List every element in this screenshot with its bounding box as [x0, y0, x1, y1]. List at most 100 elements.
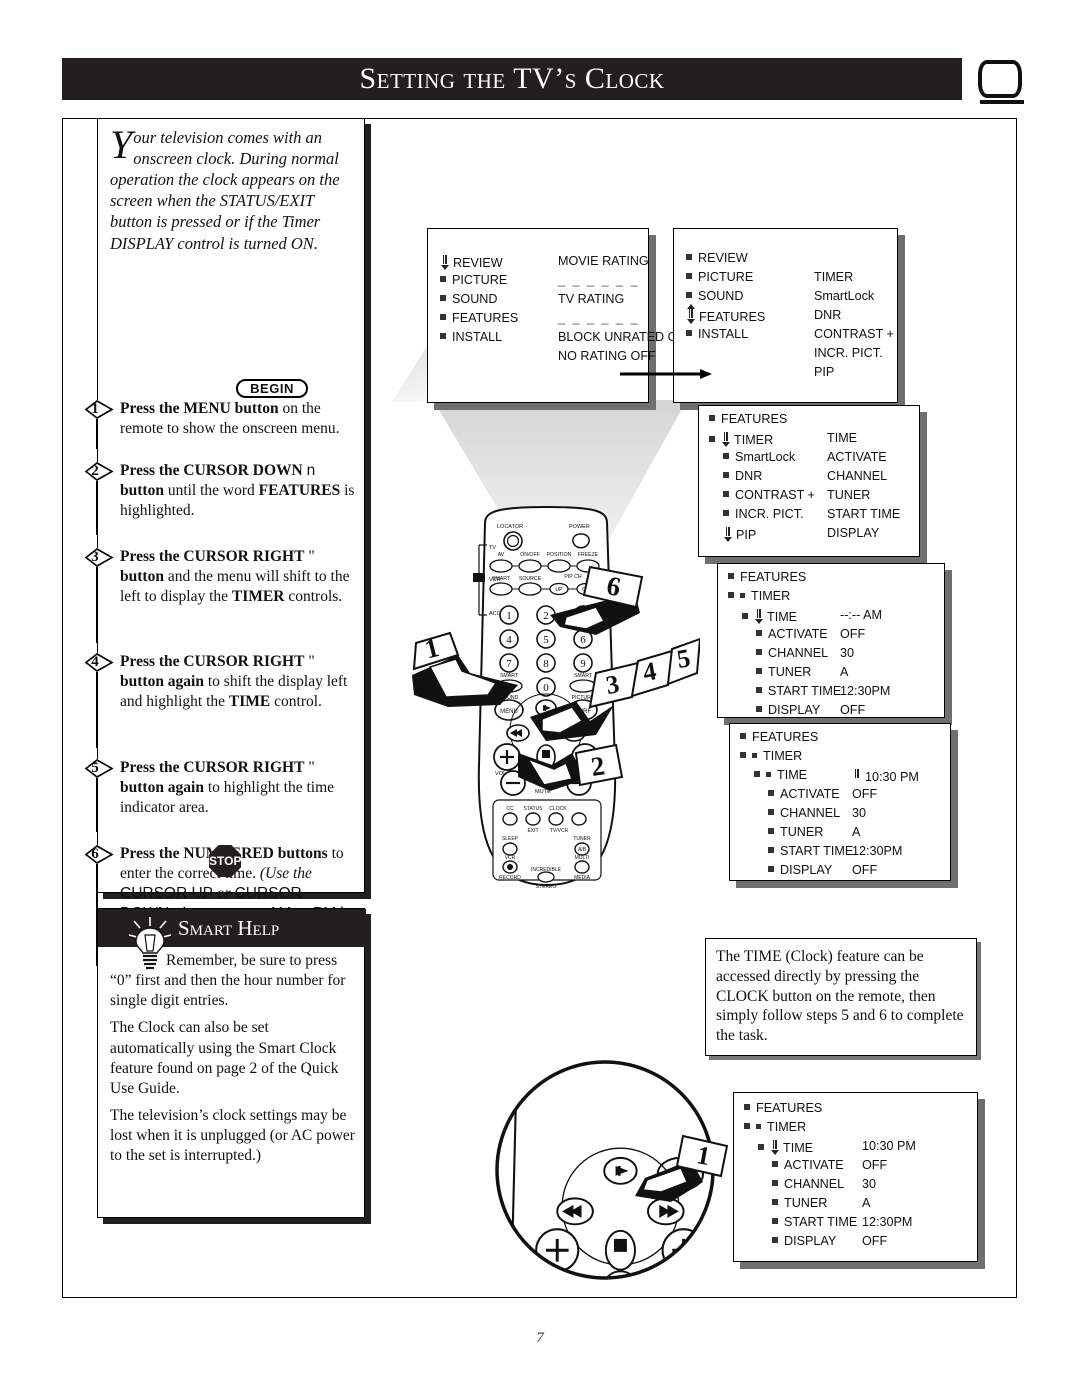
osd-label-text: TIME — [783, 1141, 814, 1155]
osd-panel-time-entered: FEATURES TIMER TIME 10:30 PM ACTIVATE OFF CHAN… — [729, 723, 951, 881]
osd-row-label: START TIME — [768, 844, 853, 858]
osd-label-text: TIMER — [751, 589, 791, 603]
step-number-badge: 1 — [82, 400, 114, 419]
bullet-icon — [440, 333, 446, 339]
button-label-sleep: SLEEP — [502, 836, 519, 842]
instruction-steps-panel: Your television comes with an onscreen c… — [82, 118, 366, 966]
step-text: Press the CURSOR RIGHT " button again to… — [120, 759, 335, 816]
osd-row-value: INCR. PICT. — [814, 346, 883, 360]
osd-row-value: DNR — [814, 308, 841, 322]
osd-row-value: A — [852, 825, 860, 839]
cursor-marker-icon — [754, 608, 763, 624]
osd-row-value: CONTRAST + — [814, 327, 894, 341]
bullet-icon — [686, 273, 692, 279]
osd-row-label: DISPLAY — [768, 863, 832, 877]
osd-row-label: START TIME — [772, 1215, 857, 1229]
osd-row-label: DNR — [723, 469, 762, 483]
osd-label-text: START TIME — [784, 1215, 858, 1229]
smart-help-panel: Smart Help Remember, be sure to press “0… — [97, 908, 366, 1218]
cursor-marker-icon — [686, 304, 695, 324]
osd-label-text: START TIME — [780, 844, 854, 858]
osd-label-text: FEATURES — [721, 412, 788, 426]
bullet-icon — [744, 1123, 750, 1129]
osd-label-text: INSTALL — [698, 327, 749, 341]
step-text: Press the CURSOR RIGHT " button and the … — [120, 548, 350, 605]
osd-row-label: TIMER — [728, 589, 790, 603]
osd-row-label: TUNER — [756, 665, 811, 679]
bullet-icon — [686, 254, 692, 260]
instruction-step-4: 4 Press the CURSOR RIGHT " button again t… — [82, 652, 366, 748]
osd-value-text: ACTIVATE — [827, 450, 887, 464]
button-label-multi: MULTI — [575, 855, 590, 861]
osd-value-text: PIP — [814, 365, 835, 379]
bullet-icon — [756, 687, 762, 693]
osd-value-text: _ _ _ _ _ _ — [558, 311, 640, 325]
osd-row-label: INSTALL — [440, 330, 502, 344]
bullet-icon — [768, 866, 774, 872]
cursor-marker-icon — [721, 431, 730, 447]
bullet-icon — [723, 510, 729, 516]
button-label-vcr: VCR — [505, 855, 516, 861]
flow-arrow-icon — [620, 369, 712, 379]
osd-row-value: --:-- AM — [840, 608, 882, 622]
callout-hands-group: 1 6 3 4 5 2 — [412, 565, 700, 791]
osd-row-value: TIMER — [814, 270, 853, 284]
osd-row-value: OFF — [840, 627, 865, 641]
bullet-icon — [740, 733, 746, 739]
button-label-record: RECORD — [499, 875, 521, 881]
bullet-icon — [768, 847, 774, 853]
osd-value-text: A — [840, 665, 849, 679]
osd-label-text: ACTIVATE — [784, 1158, 844, 1172]
osd-label-text: SOUND — [698, 289, 744, 303]
instruction-step-2: 2 Press the CURSOR DOWN n button until th… — [82, 461, 366, 535]
bullet-icon — [440, 314, 446, 320]
osd-value-text: TIME — [827, 431, 858, 445]
bullet-icon — [758, 1144, 764, 1150]
osd-row-value: 30 — [852, 806, 866, 820]
bullet-icon — [752, 753, 757, 758]
osd-label-text: FEATURES — [740, 570, 807, 584]
button-label-tuner: TUNER — [573, 836, 591, 842]
osd-value-text: OFF — [862, 1158, 888, 1172]
osd-value-text: 12:30PM — [852, 844, 903, 858]
osd-label-text: ACTIVATE — [768, 627, 828, 641]
osd-label-text: CHANNEL — [780, 806, 841, 820]
osd-row-label: CHANNEL — [756, 646, 828, 660]
osd-row-value: OFF — [862, 1234, 887, 1248]
osd-value-text: CHANNEL — [827, 469, 888, 483]
remote-magnifier-detail: SURF VOLCHMUTE — [495, 1060, 729, 1281]
bullet-icon — [768, 828, 774, 834]
pointing-hand-345 — [530, 701, 614, 741]
smart-help-body: Remember, be sure to press “0” first and… — [110, 951, 356, 1173]
osd-row-label: TIME — [758, 1139, 813, 1155]
button-label-tvvcr: TV/VCR — [550, 828, 569, 834]
bullet-icon — [744, 1104, 750, 1110]
osd-row-value: TIME — [827, 431, 857, 445]
osd-row-value: 30 — [862, 1177, 876, 1191]
osd-row-label: ACTIVATE — [756, 627, 828, 641]
osd-value-text: INCR. PICT. — [814, 346, 883, 360]
bullet-icon — [709, 436, 715, 442]
osd-label-text: DISPLAY — [780, 863, 833, 877]
page-title: Setting the TV’s Clock — [359, 62, 665, 95]
osd-label-text: PIP — [736, 528, 757, 542]
osd-label-text: TIMER — [734, 433, 774, 447]
osd-row-label: FEATURES — [728, 570, 806, 584]
instruction-step-1: 1 Press the MENU button on the remote to … — [82, 399, 366, 449]
bullet-icon — [686, 292, 692, 298]
osd-row-value: 10:30 PM — [862, 1139, 916, 1153]
osd-row-label: FEATURES — [744, 1101, 822, 1115]
button-label-stereo: STEREO — [536, 884, 557, 890]
osd-value-text: OFF — [852, 787, 878, 801]
osd-row-label: FEATURES — [740, 730, 818, 744]
osd-row-value: SmartLock — [814, 289, 874, 303]
svg-text:VOL: VOL — [535, 1271, 553, 1281]
svg-text:CH: CH — [688, 1271, 701, 1281]
osd-row-value: A — [840, 665, 848, 679]
osd-label-text: TIME — [777, 768, 808, 782]
cursor-marker-icon — [770, 1139, 779, 1155]
osd-row-value: START TIME — [827, 507, 900, 521]
osd-value-text: A — [862, 1196, 871, 1210]
bullet-icon — [723, 491, 729, 497]
bullet-icon — [728, 573, 734, 579]
